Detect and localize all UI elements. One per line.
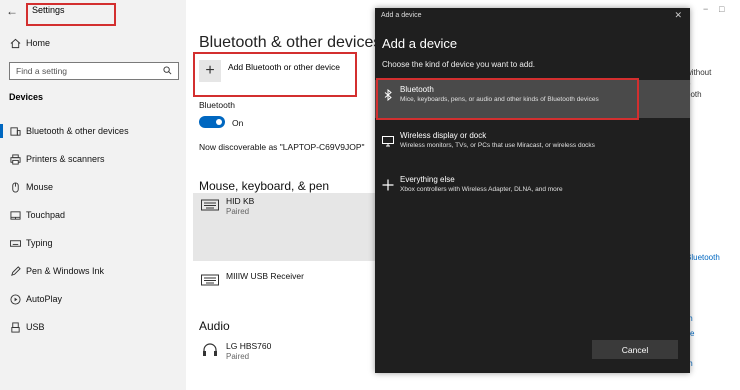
headphones-icon <box>199 342 221 358</box>
device-status: Paired <box>226 207 250 216</box>
sidebar-item-pen[interactable]: Pen & Windows Ink <box>0 260 186 282</box>
device-item-hid-kb[interactable]: HID KB Paired <box>193 193 383 261</box>
mouse-icon <box>0 181 26 193</box>
dialog-subtitle: Choose the kind of device you want to ad… <box>382 60 535 69</box>
device-item-lg-hbs760[interactable]: LG HBS760 Paired <box>199 338 379 368</box>
dialog-window-title: Add a device <box>381 12 422 19</box>
printer-icon <box>0 153 26 165</box>
keyboard-icon <box>0 238 26 249</box>
sidebar-item-label: USB <box>26 322 45 332</box>
option-title: Everything else <box>400 175 455 184</box>
sidebar-item-bluetooth[interactable]: Bluetooth & other devices <box>0 120 186 142</box>
keyboard-icon <box>199 197 221 213</box>
sidebar-item-label: Printers & scanners <box>26 154 105 164</box>
annotation-highlight-settings <box>26 3 116 26</box>
touchpad-icon <box>0 210 26 221</box>
bluetooth-devices-icon <box>0 126 26 137</box>
device-item-usb-receiver[interactable]: MIIIW USB Receiver <box>199 268 379 298</box>
sidebar-item-label: Touchpad <box>26 210 66 220</box>
sidebar-item-label: Bluetooth & other devices <box>26 126 129 136</box>
search-placeholder: Find a setting <box>16 66 68 76</box>
plus-icon <box>381 178 395 192</box>
search-input[interactable]: Find a setting <box>9 62 179 80</box>
back-arrow-icon[interactable]: ← <box>6 4 18 18</box>
sidebar-item-label: Mouse <box>26 182 54 192</box>
maximize-icon[interactable]: □ <box>719 4 724 14</box>
monitor-icon <box>381 134 395 148</box>
device-status: Paired <box>226 352 250 361</box>
dialog-heading: Add a device <box>382 36 458 51</box>
sidebar-item-autoplay[interactable]: AutoPlay <box>0 288 186 310</box>
sidebar-item-label: Typing <box>26 238 53 248</box>
page-title: Bluetooth & other devices <box>199 34 382 51</box>
close-icon[interactable]: ✕ <box>674 10 682 21</box>
device-name: LG HBS760 <box>226 341 272 351</box>
minimize-icon[interactable]: − <box>703 4 708 14</box>
device-name: HID KB <box>226 196 255 206</box>
option-description: Wireless monitors, TVs, or PCs that use … <box>400 142 595 149</box>
section-heading-input-devices: Mouse, keyboard, & pen <box>199 179 330 193</box>
cancel-button[interactable]: Cancel <box>592 340 678 359</box>
toggle-state: On <box>232 118 244 128</box>
settings-sidebar: ← Settings Home Find a setting Devices B… <box>0 0 186 390</box>
sidebar-item-usb[interactable]: USB <box>0 316 186 338</box>
home-icon <box>0 38 26 49</box>
sidebar-item-typing[interactable]: Typing <box>0 232 186 254</box>
dialog-titlebar: Add a device ✕ <box>375 8 690 24</box>
option-wireless-display[interactable]: Wireless display or dock Wireless monito… <box>375 126 690 164</box>
pen-icon <box>0 265 26 277</box>
related-link-fragment[interactable]: Bluetooth <box>686 253 720 262</box>
sidebar-item-touchpad[interactable]: Touchpad <box>0 204 186 226</box>
bluetooth-toggle[interactable] <box>199 116 225 128</box>
usb-icon <box>0 321 26 333</box>
section-heading-devices: Devices <box>9 92 44 102</box>
sidebar-item-mouse[interactable]: Mouse <box>0 176 186 198</box>
sidebar-item-home[interactable]: Home <box>0 32 186 54</box>
search-icon[interactable] <box>163 65 172 77</box>
device-name: MIIIW USB Receiver <box>226 271 304 281</box>
keyboard-icon <box>199 272 221 288</box>
sidebar-item-label: Home <box>26 38 51 48</box>
add-device-dialog: Add a device ✕ Add a device Choose the k… <box>375 8 690 373</box>
option-everything-else[interactable]: Everything else Xbox controllers with Wi… <box>375 170 690 208</box>
sidebar-item-label: Pen & Windows Ink <box>26 266 105 276</box>
annotation-highlight-add-device <box>193 52 357 97</box>
sidebar-item-label: AutoPlay <box>26 294 63 304</box>
option-title: Wireless display or dock <box>400 131 487 140</box>
sidebar-item-printers[interactable]: Printers & scanners <box>0 148 186 170</box>
option-description: Xbox controllers with Wireless Adapter, … <box>400 186 563 193</box>
toggle-knob <box>216 119 222 125</box>
discoverable-text: Now discoverable as "LAPTOP-C69V9JOP" <box>199 142 365 152</box>
section-heading-audio: Audio <box>199 319 230 333</box>
bluetooth-toggle-label: Bluetooth <box>199 100 235 110</box>
autoplay-icon <box>0 293 26 305</box>
annotation-highlight-bluetooth-option <box>376 78 639 120</box>
